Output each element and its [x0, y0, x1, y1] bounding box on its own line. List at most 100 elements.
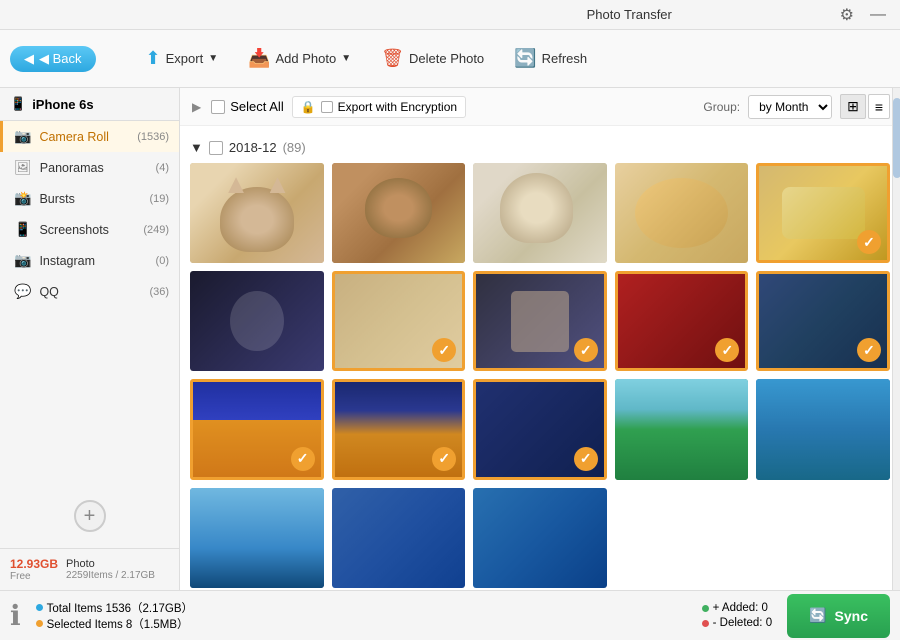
photo-thumb[interactable]: ✓ [756, 163, 890, 263]
list-view-button[interactable]: ≡ [868, 94, 890, 119]
scrollbar[interactable] [892, 88, 900, 590]
check-indicator: ✓ [432, 338, 456, 362]
photo-thumb[interactable] [190, 488, 324, 588]
photo-thumb[interactable] [756, 379, 890, 479]
sync-icon: 🔄 [809, 607, 826, 624]
grid-view-button[interactable]: ⊞ [840, 94, 866, 119]
encrypt-button[interactable]: 🔒 Export with Encryption [292, 96, 466, 118]
settings-button[interactable]: ⚙ [836, 5, 858, 25]
storage-info: 12.93GB Free Photo 2259Items / 2.17GB [0, 548, 179, 590]
add-photo-arrow-icon: ▼ [341, 53, 351, 64]
right-status: + Added: 0 - Deleted: 0 [702, 602, 772, 629]
sidebar-item-screenshots[interactable]: 📱 Screenshots (249) [0, 214, 179, 245]
added-text: + Added: 0 [713, 602, 768, 614]
sidebar: 📱 iPhone 6s 📷 Camera Roll (1536) 🖼 Panor… [0, 88, 180, 590]
check-indicator: ✓ [291, 447, 315, 471]
qq-icon: 💬 [14, 283, 31, 300]
storage-free: Free [10, 571, 58, 582]
add-photo-icon: 📥 [248, 48, 270, 69]
month-checkbox[interactable] [209, 141, 223, 155]
photo-thumb[interactable]: ✓ [332, 271, 466, 371]
encrypt-label: Export with Encryption [338, 100, 457, 114]
refresh-button[interactable]: 🔄 Refresh [504, 43, 597, 74]
photo-thumb[interactable] [190, 163, 324, 263]
photo-thumb[interactable]: ✓ [473, 271, 607, 371]
select-all-checkbox[interactable] [211, 100, 225, 114]
select-all-label[interactable]: Select All [211, 99, 283, 114]
sidebar-item-panoramas[interactable]: 🖼 Panoramas (4) [0, 152, 179, 183]
storage-gb: 12.93GB [10, 557, 58, 571]
photo-thumb[interactable] [190, 271, 324, 371]
status-text-area: Total Items 1536（2.17GB） Selected Items … [36, 600, 193, 632]
lock-icon: 🔒 [301, 100, 316, 114]
month-count: (89) [283, 140, 306, 155]
photo-thumb[interactable] [473, 488, 607, 588]
photo-thumb[interactable]: ✓ [473, 379, 607, 479]
device-header: 📱 iPhone 6s [0, 88, 179, 121]
add-album-button[interactable]: + [74, 500, 106, 532]
camera-roll-count: (1536) [137, 131, 169, 143]
photo-thumb[interactable] [615, 163, 749, 263]
device-icon: 📱 [10, 96, 26, 112]
sidebar-item-label: QQ [39, 285, 58, 299]
instagram-count: (0) [156, 255, 169, 267]
refresh-icon: 🔄 [514, 48, 536, 69]
sidebar-item-label: Screenshots [39, 223, 108, 237]
month-label: 2018-12 [229, 140, 277, 155]
refresh-label: Refresh [542, 51, 588, 66]
photo-thumb[interactable]: ✓ [615, 271, 749, 371]
export-arrow-icon: ▼ [208, 53, 218, 64]
sidebar-item-instagram[interactable]: 📷 Instagram (0) [0, 245, 179, 276]
photo-thumb[interactable] [473, 163, 607, 263]
scroll-thumb[interactable] [893, 98, 900, 178]
bursts-count: (19) [149, 193, 169, 205]
photo-thumb[interactable] [332, 488, 466, 588]
photo-thumb[interactable] [332, 163, 466, 263]
check-indicator: ✓ [715, 338, 739, 362]
sidebar-item-label: Camera Roll [39, 130, 108, 144]
sidebar-item-label: Bursts [39, 192, 74, 206]
delete-photo-button[interactable]: 🗑 Delete Photo [371, 43, 494, 74]
selected-items-text: Selected Items 8（1.5MB） [47, 616, 189, 632]
toolbar: ◀ ◀ Back ⬆ Export ▼ 📥 Add Photo ▼ 🗑 Dele… [0, 30, 900, 88]
collapse-button[interactable]: ▶ [190, 98, 203, 116]
selected-indicator [36, 620, 43, 627]
group-label: Group: [703, 100, 740, 114]
photo-area: ▼ 2018-12 (89) [180, 126, 900, 590]
sidebar-item-qq[interactable]: 💬 QQ (36) [0, 276, 179, 307]
month-header: ▼ 2018-12 (89) [190, 136, 890, 163]
screenshots-count: (249) [143, 224, 169, 236]
encrypt-checkbox[interactable] [321, 101, 333, 113]
sidebar-item-camera-roll[interactable]: 📷 Camera Roll (1536) [0, 121, 179, 152]
delete-photo-icon: 🗑 [381, 48, 404, 69]
export-button[interactable]: ⬆ Export ▼ [136, 43, 229, 74]
storage-items: 2259Items / 2.17GB [66, 570, 155, 581]
sidebar-item-label: Panoramas [40, 161, 104, 175]
back-button[interactable]: ◀ ◀ Back [10, 46, 96, 72]
add-photo-button[interactable]: 📥 Add Photo ▼ [238, 43, 361, 74]
deleted-indicator [702, 620, 709, 627]
app-title: Photo Transfer [423, 7, 836, 22]
title-bar: Photo Transfer ⚙ — [0, 0, 900, 30]
sub-toolbar: ▶ Select All 🔒 Export with Encryption Gr… [180, 88, 900, 126]
add-photo-label: Add Photo [276, 51, 337, 66]
month-collapse-icon[interactable]: ▼ [190, 140, 203, 155]
minimize-button[interactable]: — [866, 5, 890, 25]
back-label: ◀ Back [39, 51, 82, 67]
total-items-text: Total Items 1536（2.17GB） [47, 600, 193, 616]
photo-thumb[interactable] [615, 379, 749, 479]
sidebar-item-bursts[interactable]: 📸 Bursts (19) [0, 183, 179, 214]
photo-thumb[interactable]: ✓ [332, 379, 466, 479]
select-all-text: Select All [230, 99, 283, 114]
export-icon: ⬆ [146, 48, 161, 69]
back-icon: ◀ [24, 51, 34, 67]
bottom-bar: ℹ Total Items 1536（2.17GB） Selected Item… [0, 590, 900, 640]
photo-thumb[interactable]: ✓ [756, 271, 890, 371]
sync-button[interactable]: 🔄 Sync [787, 594, 890, 638]
photo-thumb[interactable]: ✓ [190, 379, 324, 479]
check-indicator: ✓ [857, 338, 881, 362]
main-area: 📱 iPhone 6s 📷 Camera Roll (1536) 🖼 Panor… [0, 88, 900, 590]
check-indicator: ✓ [432, 447, 456, 471]
instagram-icon: 📷 [14, 252, 31, 269]
group-select[interactable]: by Month by Day by Year [748, 95, 832, 119]
